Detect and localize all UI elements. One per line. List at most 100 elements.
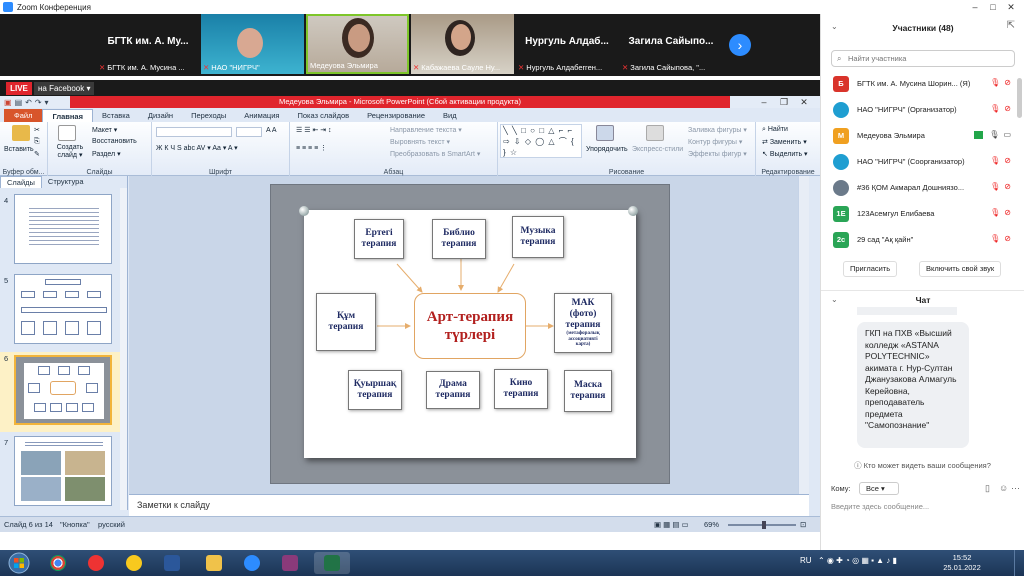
slides-pane-scrollbar[interactable] — [120, 188, 127, 510]
video-tile[interactable]: Загила Сайыпо... ✕ Загила Сайыпова, "... — [620, 14, 722, 74]
tab-view[interactable]: Вид — [434, 109, 466, 122]
tab-home[interactable]: Главная — [42, 109, 93, 122]
more-icon[interactable]: ⋯ — [1011, 483, 1020, 494]
close-icon[interactable]: ✕ — [1002, 0, 1020, 14]
zoom-slider-thumb[interactable] — [762, 521, 766, 529]
redo-icon[interactable]: ↷ — [35, 98, 42, 107]
font-style-buttons[interactable]: Ж К Ч S abc AV ▾ Aa ▾ A ▾ — [156, 144, 238, 152]
zoom-taskbar-button[interactable] — [234, 552, 270, 574]
unmute-button[interactable]: Включить свой звук — [919, 261, 1002, 277]
maximize-icon[interactable]: □ — [984, 0, 1002, 14]
arrange-button[interactable]: Упорядочить — [586, 146, 628, 153]
recipient-select[interactable]: Все ▾ — [859, 482, 899, 495]
quick-access-menu-icon[interactable]: ▾ — [45, 98, 49, 107]
start-button[interactable] — [4, 552, 34, 574]
video-tile[interactable]: ✕ Кабажаева Сауле Ну... — [411, 14, 514, 74]
tab-slides[interactable]: Слайды — [0, 176, 42, 188]
slide-thumbnail[interactable]: 7 — [0, 436, 120, 510]
slide-thumbnail-selected[interactable]: 6 — [0, 352, 120, 432]
invite-button[interactable]: Пригласить — [843, 261, 898, 277]
slide-thumbnail[interactable]: 4 — [0, 194, 120, 270]
tab-outline[interactable]: Структура — [42, 176, 90, 188]
format-painter-icon[interactable]: ✎ — [34, 150, 40, 158]
participant-row[interactable]: 1E 123Асемгул Елибаева 🎙⊘ — [833, 203, 1019, 225]
live-badge[interactable]: LIVE — [6, 82, 32, 95]
tray-icons[interactable]: ⌃ ◉ ✚ ◔ ◎ ▦ ▪ ▲ ♪ ▮ — [818, 556, 897, 565]
tab-transitions[interactable]: Переходы — [182, 109, 235, 122]
shapes-gallery[interactable]: ╲ ╲ □ ○ □ △ ⌐ ⌐ ⇨ ⇩ ◇ ◯ △ ⌒ { } ☆ — [500, 124, 582, 158]
archiver-taskbar-button[interactable] — [272, 552, 308, 574]
video-tile-active-speaker[interactable]: Медеуова Эльмира — [306, 14, 409, 74]
chat-input[interactable]: Введите здесь сообщение... — [831, 502, 1017, 514]
language[interactable]: русский — [98, 520, 125, 529]
participant-row[interactable]: М Медеуова Эльмира 🎙▭ — [833, 125, 1019, 147]
next-page-button[interactable]: › — [729, 34, 751, 56]
arrange-icon[interactable] — [596, 125, 614, 141]
new-slide-icon[interactable] — [58, 125, 76, 141]
replace-button[interactable]: ⇄ Заменить ▾ — [762, 138, 807, 146]
restore-icon[interactable]: ❐ — [774, 96, 794, 108]
select-button[interactable]: ↖ Выделить ▾ — [762, 150, 808, 158]
align-buttons[interactable]: ≡ ≡ ≡ ≡ ⋮ — [296, 144, 327, 152]
quick-styles-button[interactable]: Экспресс-стили — [632, 146, 683, 153]
section-button[interactable]: Раздел ▾ — [92, 150, 121, 158]
shape-effects-button[interactable]: Эффекты фигур ▾ — [688, 150, 747, 158]
shape-fill-button[interactable]: Заливка фигуры ▾ — [688, 126, 747, 134]
video-tile[interactable]: ✕ НАО "НИГРЧ" — [201, 14, 304, 74]
fit-slide-icon[interactable]: ⊡ — [800, 520, 806, 529]
video-tile[interactable]: БГТК им. А. Му... ✕ БГТК им. А. Мусина ..… — [97, 14, 199, 74]
minimize-icon[interactable]: – — [966, 0, 984, 14]
list-buttons[interactable]: ☰ ☰ ⇤ ⇥ ↕ — [296, 126, 332, 134]
save-icon[interactable]: ▤ — [15, 98, 23, 107]
copy-icon[interactable]: ⎘ — [34, 138, 40, 146]
zoom-level[interactable]: 69% — [704, 520, 719, 529]
yandex-browser-taskbar-button[interactable] — [116, 552, 152, 574]
cut-icon[interactable]: ✂ — [34, 126, 40, 134]
language-indicator[interactable]: RU — [800, 556, 812, 565]
tab-slideshow[interactable]: Показ слайдов — [288, 109, 358, 122]
shape-outline-button[interactable]: Контур фигуры ▾ — [688, 138, 742, 146]
font-grow-icon[interactable]: A A — [266, 127, 277, 134]
tab-review[interactable]: Рецензирование — [358, 109, 434, 122]
emoji-icon[interactable]: ☺ — [999, 483, 1008, 493]
notes-pane[interactable]: Заметки к слайду — [129, 494, 809, 516]
explorer-taskbar-button[interactable] — [196, 552, 232, 574]
popout-icon[interactable]: ⇱ — [1007, 20, 1015, 31]
quick-styles-icon[interactable] — [646, 125, 664, 141]
excel-taskbar-button[interactable] — [314, 552, 350, 574]
facebook-stream-dropdown[interactable]: на Facebook ▾ — [34, 82, 95, 95]
participants-scrollbar[interactable] — [1017, 78, 1022, 118]
participant-row[interactable]: НАО "НИГРЧ" (Соорганизатор) 🎙⊘ — [833, 151, 1019, 173]
view-buttons[interactable]: ▣ ▦ ▤ ▭ — [654, 520, 689, 529]
participant-row[interactable]: Б БГТК им. А. Мусина Шорин... (Я) 🎙⊘ — [833, 73, 1019, 95]
chrome-taskbar-button[interactable] — [40, 552, 76, 574]
participant-row[interactable]: #36 ҚОМ Акмарал Дошниязо... 🎙⊘ — [833, 177, 1019, 199]
undo-icon[interactable]: ↶ — [25, 98, 32, 107]
who-can-see-link[interactable]: ⓘ Кто может видеть ваши сообщения? — [821, 460, 1024, 471]
video-tile[interactable]: Нургуль Алдаб... ✕ Нургуль Алдабеrген... — [516, 14, 618, 74]
participant-search[interactable]: ⌕ — [831, 50, 1015, 67]
smartart-button[interactable]: Преобразовать в SmartArt ▾ — [390, 150, 480, 158]
zoom-slider[interactable] — [728, 521, 796, 529]
font-size-select[interactable] — [236, 127, 262, 137]
tab-insert[interactable]: Вставка — [93, 109, 139, 122]
minimize-icon[interactable]: – — [754, 96, 774, 108]
tab-animation[interactable]: Анимация — [235, 109, 288, 122]
close-icon[interactable]: ✕ — [794, 96, 814, 108]
find-button[interactable]: ⌕ Найти — [762, 126, 788, 134]
align-text-button[interactable]: Выровнять текст ▾ — [390, 138, 450, 146]
reset-button[interactable]: Восстановить — [92, 138, 137, 145]
participant-row[interactable]: 2с 29 сад "Ақ қайн" 🎙⊘ — [833, 229, 1019, 251]
paste-button[interactable]: Вставить — [4, 146, 34, 153]
tab-file[interactable]: Файл — [4, 109, 43, 122]
new-slide-button[interactable]: Создать слайд ▾ — [52, 144, 88, 160]
show-desktop-button[interactable] — [1014, 550, 1024, 576]
participant-row[interactable]: НАО "НИГРЧ" (Организатор) 🎙⊘ — [833, 99, 1019, 121]
tab-design[interactable]: Дизайн — [139, 109, 182, 122]
clock[interactable]: 15:52 25.01.2022 — [938, 553, 986, 573]
word-taskbar-button[interactable] — [154, 552, 190, 574]
slide-thumbnail[interactable]: 5 — [0, 274, 120, 350]
file-icon[interactable]: ▯ — [985, 483, 990, 494]
slide[interactable]: Ертегі терапия Библио терапия Музыка терапи… — [271, 185, 669, 483]
canvas-scrollbar[interactable] — [798, 176, 809, 494]
